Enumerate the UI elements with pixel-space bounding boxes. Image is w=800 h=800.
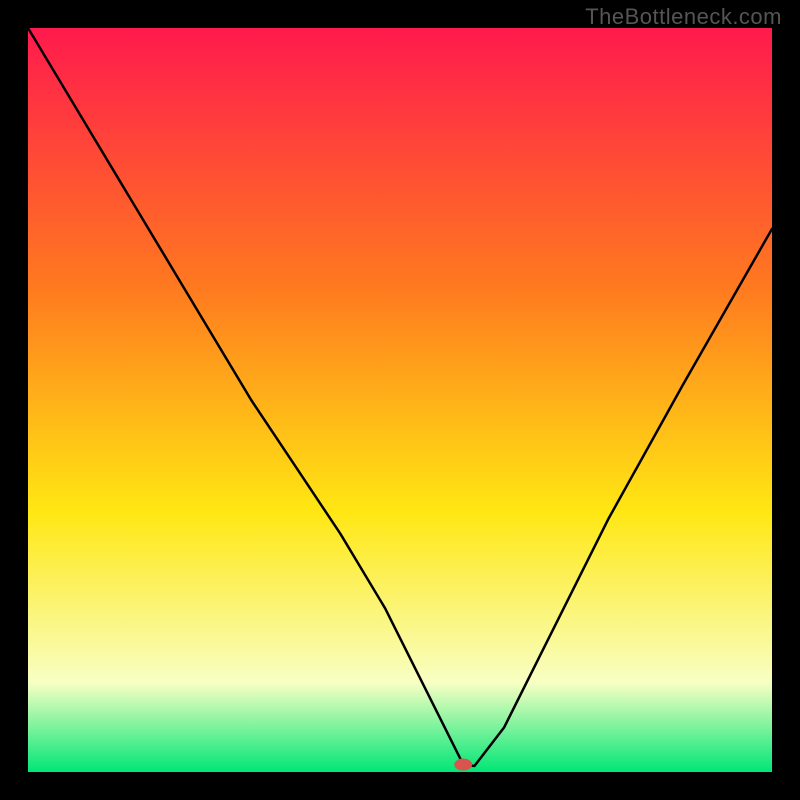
gradient-background xyxy=(28,28,772,772)
chart-outer-frame: TheBottleneck.com xyxy=(0,0,800,800)
optimal-point-marker xyxy=(454,759,472,771)
plot-area xyxy=(28,28,772,772)
bottleneck-chart xyxy=(28,28,772,772)
watermark-text: TheBottleneck.com xyxy=(585,4,782,30)
